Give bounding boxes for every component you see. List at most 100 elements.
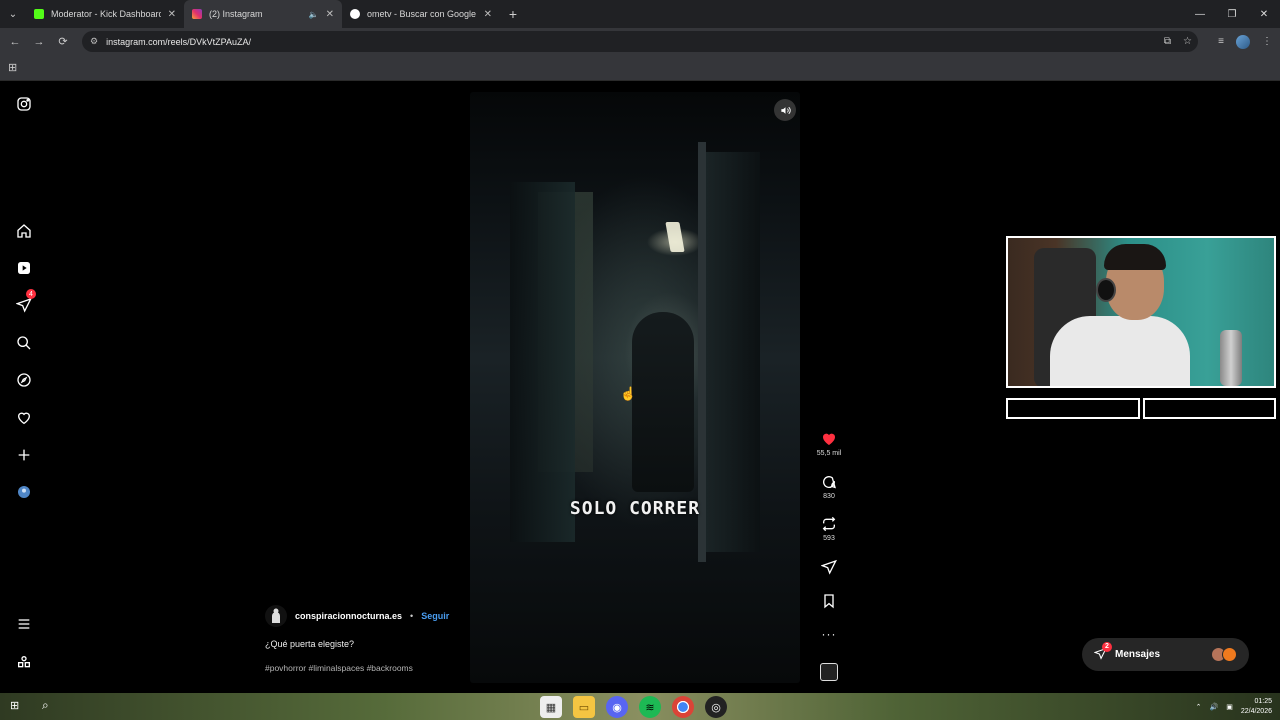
chrome-icon[interactable]	[672, 696, 694, 718]
tab-audio-icon[interactable]: 🔈	[309, 10, 319, 19]
profile-avatar-icon[interactable]	[1236, 34, 1250, 49]
minimize-icon[interactable]: —	[1184, 0, 1216, 28]
google-favicon-icon	[350, 9, 360, 19]
headphones	[1096, 278, 1116, 302]
messages-badge: 2	[1102, 641, 1112, 652]
windows-taskbar: ⊞ ⌕ ▦ ▭ ◉ ≋ ◎ ⌃ 🔊 ▣ 01:25 22/4/2026	[0, 693, 1280, 720]
reel-video[interactable]: SOLO CORRER ☝	[470, 92, 800, 683]
comment-count: 830	[823, 493, 835, 500]
screen: ⌄ Moderator - Kick Dashboard ✕ (2) Insta…	[0, 0, 1280, 720]
also-from-meta-icon[interactable]	[14, 652, 34, 672]
spotify-icon[interactable]: ≋	[639, 696, 661, 718]
door-left	[510, 182, 575, 542]
explore-icon[interactable]	[14, 370, 34, 390]
tray-chevron-icon[interactable]: ⌃	[1196, 703, 1202, 711]
taskbar-search-icon[interactable]: ⌕	[42, 698, 49, 713]
reels-icon[interactable]	[14, 258, 34, 278]
home-icon[interactable]	[14, 221, 34, 241]
messages-button[interactable]: 2 Mensajes	[1082, 638, 1249, 671]
tab-title: Moderator - Kick Dashboard	[51, 9, 161, 19]
browser-menu-icon[interactable]: ⋮	[1262, 36, 1272, 47]
door-right	[700, 152, 760, 552]
media-control-icon[interactable]: ≡	[1218, 36, 1224, 47]
video-overlay-text: SOLO CORRER	[569, 498, 701, 519]
bookmark-star-icon[interactable]: ☆	[1183, 36, 1192, 47]
bookmark-icon	[824, 594, 834, 609]
clock-time: 01:25	[1254, 697, 1272, 705]
repost-button[interactable]: 593	[808, 516, 850, 542]
reel-caption: ¿Qué puerta elegiste?	[265, 639, 355, 649]
install-app-icon[interactable]: ⧉	[1164, 36, 1171, 47]
shadow-figure	[632, 312, 694, 492]
avatar	[1222, 647, 1237, 662]
save-button[interactable]	[808, 593, 850, 609]
more-options-icon[interactable]: ···	[808, 627, 850, 641]
search-icon[interactable]	[14, 333, 34, 353]
tab-search-chevron-icon[interactable]: ⌄	[0, 0, 26, 28]
close-tab-icon[interactable]: ✕	[326, 9, 334, 20]
volume-tray-icon[interactable]: 🔊	[1210, 703, 1219, 711]
tab-instagram[interactable]: (2) Instagram 🔈 ✕	[184, 0, 342, 28]
repost-icon	[822, 516, 836, 532]
taskbar-clock[interactable]: 01:25 22/4/2026	[1241, 697, 1272, 717]
heart-icon[interactable]	[14, 408, 34, 428]
stream-overlay-bars	[1006, 398, 1276, 419]
tab-title: (2) Instagram	[209, 9, 263, 19]
start-icon[interactable]: ⊞	[10, 699, 19, 712]
browser-toolbar: ← → ⟳ ⚙ instagram.com/reels/DVkVtZPAuZA/…	[0, 28, 1280, 55]
tab-title: ometv - Buscar con Google	[367, 9, 477, 19]
share-button[interactable]	[808, 559, 850, 575]
address-bar[interactable]: ⚙ instagram.com/reels/DVkVtZPAuZA/ ⧉ ☆	[82, 31, 1198, 52]
messages-label: Mensajes	[1115, 649, 1161, 660]
webcam-overlay	[1006, 236, 1276, 388]
restore-icon[interactable]: ❐	[1216, 0, 1248, 28]
separator-dot: •	[410, 611, 414, 621]
author-username[interactable]: conspiracionnocturna.es	[295, 611, 402, 621]
instagram-logo-icon[interactable]	[14, 94, 34, 114]
follow-button[interactable]: Seguir	[421, 611, 449, 621]
bottle	[1220, 330, 1242, 386]
person-hair	[1104, 244, 1166, 270]
network-tray-icon[interactable]: ▣	[1226, 703, 1233, 711]
close-tab-icon[interactable]: ✕	[484, 9, 492, 20]
notification-badge: 4	[26, 289, 36, 299]
comment-icon	[823, 476, 836, 489]
tab-kick-dashboard[interactable]: Moderator - Kick Dashboard ✕	[26, 0, 184, 28]
hand-cursor-icon: ☝	[620, 386, 637, 401]
author-avatar[interactable]	[265, 605, 287, 627]
message-avatars	[1211, 647, 1237, 662]
forward-icon[interactable]: →	[27, 36, 51, 48]
reload-icon[interactable]: ⟳	[51, 35, 75, 48]
obs-icon[interactable]: ◎	[705, 696, 727, 718]
browser-tab-bar: ⌄ Moderator - Kick Dashboard ✕ (2) Insta…	[0, 0, 1280, 28]
address-bar-actions: ⧉ ☆	[1164, 31, 1192, 52]
apps-grid-icon[interactable]: ⊞	[8, 61, 17, 74]
more-menu-icon[interactable]	[14, 614, 34, 634]
kick-favicon-icon	[34, 9, 44, 19]
comment-button[interactable]: 830	[808, 474, 850, 500]
like-count: 55,5 mil	[816, 450, 842, 457]
reel-hashtags[interactable]: #povhorror #liminalspaces #backrooms	[265, 663, 505, 673]
messages-icon[interactable]: 4	[14, 289, 36, 315]
audio-thumbnail-icon[interactable]	[820, 663, 838, 681]
instagram-sidebar: 4	[0, 81, 48, 693]
volume-icon[interactable]	[774, 99, 796, 121]
profile-icon[interactable]	[14, 482, 34, 502]
close-window-icon[interactable]: ✕	[1248, 0, 1280, 28]
system-tray: ⌃ 🔊 ▣ 01:25 22/4/2026	[1196, 693, 1272, 720]
back-icon[interactable]: ←	[3, 36, 27, 48]
create-icon[interactable]	[14, 445, 34, 465]
repost-count: 593	[823, 535, 835, 542]
store-icon[interactable]: ▦	[540, 696, 562, 718]
tab-google-search[interactable]: ometv - Buscar con Google ✕	[342, 0, 500, 28]
like-button[interactable]: 55,5 mil	[808, 431, 850, 457]
author-row: conspiracionnocturna.es • Seguir	[265, 605, 505, 627]
discord-icon[interactable]: ◉	[606, 696, 628, 718]
bookmarks-bar: ⊞	[0, 55, 1280, 81]
site-info-icon[interactable]: ⚙	[90, 36, 98, 47]
clock-date: 22/4/2026	[1240, 707, 1272, 715]
close-tab-icon[interactable]: ✕	[168, 9, 176, 20]
new-tab-icon[interactable]: +	[500, 6, 526, 22]
person-shirt	[1050, 316, 1190, 386]
file-explorer-icon[interactable]: ▭	[573, 696, 595, 718]
